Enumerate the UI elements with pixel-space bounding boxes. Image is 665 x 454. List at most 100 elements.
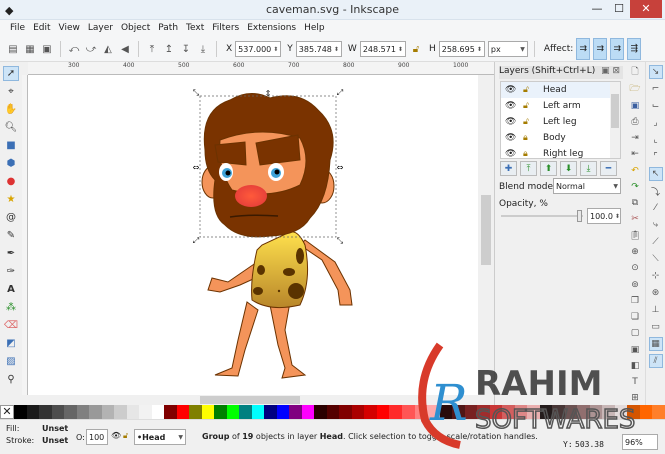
3d-box-tool-icon[interactable]: ⬢	[3, 156, 19, 171]
color-swatch[interactable]	[414, 405, 428, 419]
add-layer-icon[interactable]: ✚	[500, 161, 517, 176]
color-swatch[interactable]	[289, 405, 302, 419]
unlock-icon[interactable]: 🔓︎	[523, 85, 543, 95]
color-swatch[interactable]	[351, 405, 365, 419]
snap-bbox-midpoint-icon[interactable]: ⌞	[649, 133, 663, 147]
lock-ratio-icon[interactable]: 🔓︎	[409, 42, 423, 56]
eye-icon[interactable]: 👁︎	[505, 133, 519, 143]
affect-gradients-icon[interactable]: ⇉	[610, 38, 625, 60]
layer-row-left-leg[interactable]: 👁︎ 🔓︎ Left leg	[501, 114, 620, 130]
lower-icon[interactable]: ↧	[179, 42, 193, 56]
color-swatch[interactable]	[389, 405, 402, 419]
text-tool-icon[interactable]: A	[3, 282, 19, 297]
color-swatch[interactable]	[301, 405, 315, 419]
drawing-canvas[interactable]: ⤡ ⤢ ⤢ ⤡ ⇕ ⇔ ⇔	[28, 75, 478, 395]
save-icon[interactable]: ▣	[628, 99, 642, 112]
pen-tool-icon[interactable]: ✒	[3, 246, 19, 261]
color-swatch[interactable]	[652, 405, 665, 419]
minimize-button[interactable]: —	[586, 0, 608, 18]
color-swatch[interactable]	[226, 405, 240, 419]
color-swatch[interactable]	[602, 405, 615, 419]
opacity-slider[interactable]	[501, 210, 583, 222]
x-field[interactable]: 537.000 ⬍	[235, 41, 282, 57]
new-document-icon[interactable]: 🗋︎	[628, 65, 642, 79]
spin-icon[interactable]: ⬍	[615, 213, 620, 220]
color-swatch[interactable]	[339, 405, 352, 419]
rectangle-tool-icon[interactable]: ■	[3, 138, 19, 153]
color-swatch[interactable]	[264, 405, 277, 419]
star-tool-icon[interactable]: ★	[3, 192, 19, 207]
flip-horizontal-icon[interactable]: ◭	[101, 42, 115, 56]
open-icon[interactable]: 🗁︎	[628, 82, 642, 96]
select-all-layers-icon[interactable]: ▦	[23, 42, 37, 56]
color-swatch[interactable]	[464, 405, 478, 419]
group-icon[interactable]: ▢	[628, 327, 642, 340]
calligraphy-tool-icon[interactable]: ✑	[3, 264, 19, 279]
color-swatch[interactable]	[639, 405, 653, 419]
lower-to-bottom-icon[interactable]: ⤓	[196, 42, 210, 56]
paste-icon[interactable]: 📋︎	[628, 229, 642, 242]
color-swatch[interactable]	[452, 405, 465, 419]
snap-page-icon[interactable]: ▭	[649, 320, 663, 334]
remove-layer-icon[interactable]: ━	[600, 161, 617, 176]
horizontal-scrollbar[interactable]	[0, 395, 494, 405]
snap-paths-icon[interactable]: ⤵	[649, 184, 663, 198]
unit-select[interactable]: px ▼	[487, 41, 528, 57]
eye-icon[interactable]: 👁︎	[505, 85, 519, 95]
ellipse-tool-icon[interactable]: ●	[3, 174, 19, 189]
zoom-field[interactable]: 96%	[622, 434, 658, 450]
selector-tool-icon[interactable]: ➚	[3, 66, 19, 81]
color-swatch[interactable]	[514, 405, 528, 419]
color-swatch[interactable]	[589, 405, 603, 419]
color-swatch[interactable]	[427, 405, 440, 419]
spin-icon[interactable]: ⬍	[398, 46, 403, 53]
color-swatch[interactable]	[139, 405, 152, 419]
rotate-cw-icon[interactable]: ⤻	[84, 42, 98, 56]
eraser-tool-icon[interactable]: ⌫	[3, 318, 19, 333]
color-swatch[interactable]	[64, 405, 77, 419]
redo-icon[interactable]: ↷	[628, 180, 642, 193]
menu-file[interactable]: File	[6, 20, 29, 37]
fill-stroke-icon[interactable]: ◧	[628, 359, 642, 372]
lock-icon[interactable]: 🔒︎	[523, 149, 543, 158]
color-swatch[interactable]	[126, 405, 140, 419]
affect-corners-icon[interactable]: ⇉	[593, 38, 608, 60]
opacity-slider-handle[interactable]	[577, 210, 582, 222]
deselect-icon[interactable]: ▣	[40, 42, 54, 56]
color-swatch[interactable]	[114, 405, 127, 419]
undo-icon[interactable]: ↶	[628, 164, 642, 177]
layer-row-body[interactable]: 👁︎ 🔒︎ Body	[501, 130, 620, 146]
menu-edit[interactable]: Edit	[29, 20, 54, 37]
layer-list-scrollbar[interactable]	[610, 82, 620, 158]
eye-icon[interactable]: 👁︎	[505, 101, 519, 111]
snap-bbox-icon[interactable]: ⌐	[649, 82, 663, 96]
snap-nodes-icon[interactable]: ↖	[648, 167, 663, 181]
zoom-drawing-icon[interactable]: ⊙	[628, 262, 642, 275]
affect-stroke-icon[interactable]: ⇉	[576, 38, 591, 60]
color-swatch[interactable]	[201, 405, 215, 419]
color-swatch[interactable]	[89, 405, 102, 419]
blend-mode-select[interactable]: Normal ▼	[553, 178, 621, 194]
lock-icon[interactable]: 🔒︎	[523, 133, 543, 143]
layer-row-head[interactable]: 👁︎ 🔓︎ Head	[501, 82, 620, 98]
spray-tool-icon[interactable]: ⁂	[3, 300, 19, 315]
tweak-tool-icon[interactable]: ✋	[3, 102, 19, 117]
menu-path[interactable]: Path	[154, 20, 182, 37]
maximize-button[interactable]: ☐	[608, 0, 630, 18]
color-swatch[interactable]	[552, 405, 565, 419]
menu-text[interactable]: Text	[182, 20, 208, 37]
color-swatch[interactable]	[51, 405, 65, 419]
color-swatch[interactable]	[401, 405, 415, 419]
layer-lock-icon[interactable]: 🔓︎	[123, 431, 128, 441]
color-swatch[interactable]	[26, 405, 40, 419]
scroll-thumb[interactable]	[481, 195, 491, 265]
color-swatch[interactable]	[439, 405, 453, 419]
color-swatch[interactable]	[76, 405, 90, 419]
no-paint-swatch-icon[interactable]: ✕	[0, 405, 14, 419]
color-swatch[interactable]	[614, 405, 628, 419]
gradient-tool-icon[interactable]: ▨	[3, 354, 19, 369]
color-swatch[interactable]	[527, 405, 540, 419]
unlock-icon[interactable]: 🔓︎	[523, 101, 543, 111]
spiral-tool-icon[interactable]: @	[3, 210, 19, 225]
flip-vertical-icon[interactable]: ◀	[118, 42, 132, 56]
